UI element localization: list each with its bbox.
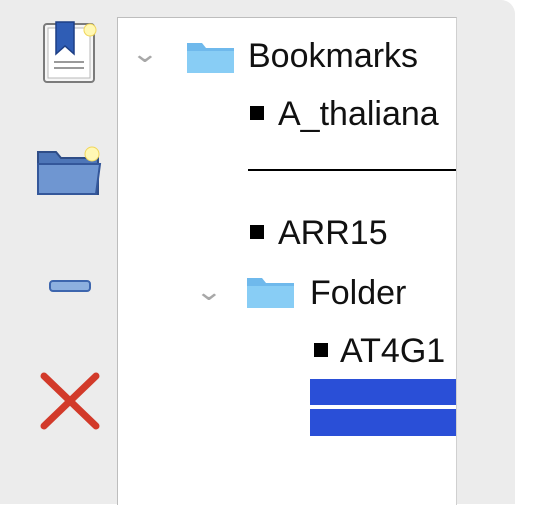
- tree-root-label[interactable]: Bookmarks: [248, 36, 418, 76]
- bookmark-bullet-icon: [250, 225, 264, 239]
- chevron-down-icon[interactable]: ⌄: [131, 38, 159, 69]
- bookmark-bullet-icon: [314, 343, 328, 357]
- add-folder-button[interactable]: [34, 134, 106, 206]
- add-separator-icon: [49, 280, 91, 292]
- add-bookmark-icon: [43, 21, 97, 83]
- folder-icon: [187, 43, 234, 73]
- add-separator-button[interactable]: [34, 250, 106, 322]
- tree-item-separator-selected[interactable]: [310, 379, 456, 405]
- outer-background: [515, 0, 546, 504]
- tree-item-bookmark[interactable]: A_thaliana: [278, 94, 439, 134]
- add-bookmark-button[interactable]: [34, 16, 106, 88]
- tree-item-separator-selected[interactable]: [310, 409, 456, 436]
- tree-item-separator[interactable]: [248, 169, 456, 171]
- delete-button[interactable]: [34, 364, 106, 436]
- bookmark-tree[interactable]: ⌄ Bookmarks A_thaliana ARR15 ⌄ Folder AT…: [117, 17, 457, 505]
- tree-item-bookmark[interactable]: ARR15: [278, 213, 388, 253]
- delete-icon: [40, 372, 100, 430]
- bookmark-bullet-icon: [250, 106, 264, 120]
- add-folder-icon: [37, 146, 102, 195]
- tree-item-bookmark[interactable]: AT4G1: [340, 331, 445, 371]
- chevron-down-icon[interactable]: ⌄: [195, 276, 223, 307]
- folder-icon: [247, 278, 294, 308]
- bookmark-manager-window: ⌄ Bookmarks A_thaliana ARR15 ⌄ Folder AT…: [0, 0, 515, 505]
- tree-item-folder[interactable]: Folder: [310, 273, 406, 313]
